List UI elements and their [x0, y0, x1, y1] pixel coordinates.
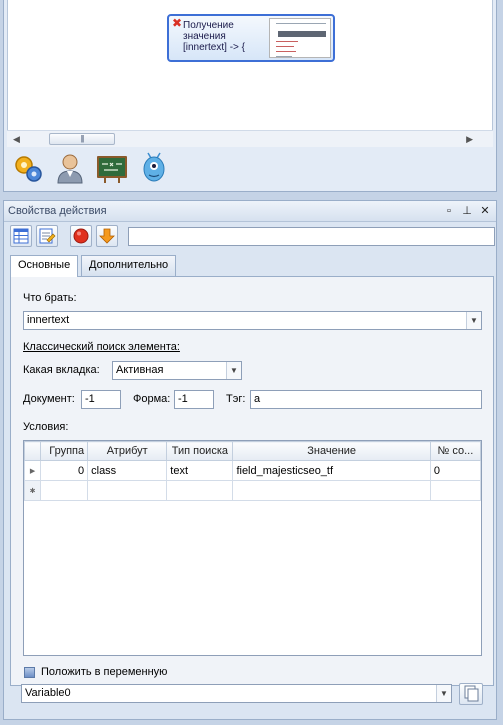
tag-label: Тэг:	[226, 393, 246, 405]
restore-icon[interactable]: ▫	[442, 204, 456, 218]
designer-horizontal-scrollbar[interactable]: ◀ ||| ▶	[7, 130, 493, 147]
action-properties-panel: Свойства действия ▫ ⊥ ✕ Основные Дополни…	[3, 200, 497, 720]
action-node-get-value[interactable]: ✖ Получение значения [innertext] -> {	[167, 14, 335, 62]
document-input[interactable]: -1	[81, 390, 121, 409]
copy-variable-button[interactable]	[459, 683, 483, 705]
edit-icon[interactable]	[36, 225, 58, 247]
conditions-grid[interactable]: Группа Атрибут Тип поиска Значение № со.…	[23, 440, 482, 656]
pin-icon[interactable]: ⊥	[460, 204, 474, 218]
user-icon[interactable]	[54, 152, 86, 184]
column-header-attribute[interactable]: Атрибут	[87, 441, 168, 461]
table-icon[interactable]	[10, 225, 32, 247]
action-node-line: значения	[183, 31, 226, 42]
panel-title: Свойства действия	[8, 205, 107, 217]
column-header-value[interactable]: Значение	[232, 441, 431, 461]
new-cell[interactable]	[166, 480, 234, 501]
cell-number[interactable]: 0	[429, 460, 482, 481]
tag-input[interactable]: a	[250, 390, 482, 409]
gears-icon[interactable]	[12, 152, 44, 184]
cell-value[interactable]: field_majesticseo_tf	[232, 460, 431, 481]
new-cell[interactable]	[429, 480, 482, 501]
cell-group[interactable]: 0	[40, 460, 89, 481]
panel-header: Свойства действия ▫ ⊥ ✕	[4, 201, 496, 222]
document-label: Документ:	[23, 393, 75, 405]
arrow-down-orange-icon[interactable]	[96, 225, 118, 247]
what-to-take-select[interactable]: innertext ▼	[23, 311, 482, 330]
designer-canvas[interactable]: ✖ Получение значения [innertext] -> {	[7, 0, 493, 130]
variable-value: Variable0	[25, 687, 71, 699]
column-header-search-type[interactable]: Тип поиска	[166, 441, 234, 461]
scrollbar-thumb[interactable]: |||	[49, 133, 115, 145]
action-node-line: Получение	[183, 20, 234, 31]
row-marker-icon[interactable]: ▶	[23, 460, 42, 481]
form-input[interactable]: -1	[174, 390, 214, 409]
which-tab-label: Какая вкладка:	[23, 364, 100, 376]
save-to-variable-checkbox[interactable]	[24, 667, 35, 678]
action-node-thumbnail	[269, 18, 331, 58]
table-row[interactable]: ▶ 0 class text field_majesticseo_tf 0	[23, 460, 482, 481]
new-cell[interactable]	[87, 480, 168, 501]
alien-icon[interactable]	[138, 152, 170, 184]
column-header-number[interactable]: № со...	[429, 441, 482, 461]
column-header-group[interactable]: Группа	[40, 441, 89, 461]
save-to-variable-label: Положить в переменную	[41, 666, 168, 678]
designer-panel: ✖ Получение значения [innertext] -> { ◀ …	[3, 0, 497, 192]
chevron-down-icon[interactable]: ▼	[436, 685, 451, 702]
stop-red-icon[interactable]	[70, 225, 92, 247]
new-row[interactable]: ✱	[23, 480, 482, 501]
form-label: Форма:	[133, 393, 171, 405]
grid-corner	[23, 441, 42, 461]
cell-attribute[interactable]: class	[87, 460, 168, 481]
variable-select[interactable]: Variable0 ▼	[21, 684, 452, 703]
what-to-take-value: innertext	[27, 314, 70, 326]
action-node-label: Получение значения [innertext] -> {	[183, 20, 267, 53]
tab-content-main: Что брать: innertext ▼ Классический поис…	[10, 276, 494, 686]
chevron-down-icon[interactable]: ▼	[226, 362, 241, 379]
copy-icon	[464, 685, 479, 702]
new-cell[interactable]	[40, 480, 89, 501]
properties-toolbar	[8, 225, 495, 249]
scroll-left-icon[interactable]: ◀	[13, 134, 20, 145]
what-to-take-label: Что брать:	[23, 292, 77, 304]
chalkboard-icon[interactable]	[96, 152, 128, 184]
classic-search-heading: Классический поиск элемента:	[23, 341, 180, 353]
which-tab-select[interactable]: Активная ▼	[112, 361, 242, 380]
new-cell[interactable]	[232, 480, 431, 501]
close-red-icon: ✖	[172, 16, 183, 30]
chevron-down-icon[interactable]: ▼	[466, 312, 481, 329]
status-strip	[0, 720, 503, 725]
close-icon[interactable]: ✕	[478, 204, 492, 218]
action-name-input[interactable]	[128, 227, 495, 246]
cell-search-type[interactable]: text	[166, 460, 234, 481]
action-node-line: [innertext] -> {	[183, 42, 245, 53]
new-row-icon[interactable]: ✱	[23, 480, 42, 501]
conditions-label: Условия:	[23, 421, 69, 433]
tab-main[interactable]: Основные	[10, 255, 79, 277]
scroll-right-icon[interactable]: ▶	[466, 134, 473, 145]
which-tab-value: Активная	[116, 364, 164, 376]
tab-additional[interactable]: Дополнительно	[81, 255, 177, 276]
